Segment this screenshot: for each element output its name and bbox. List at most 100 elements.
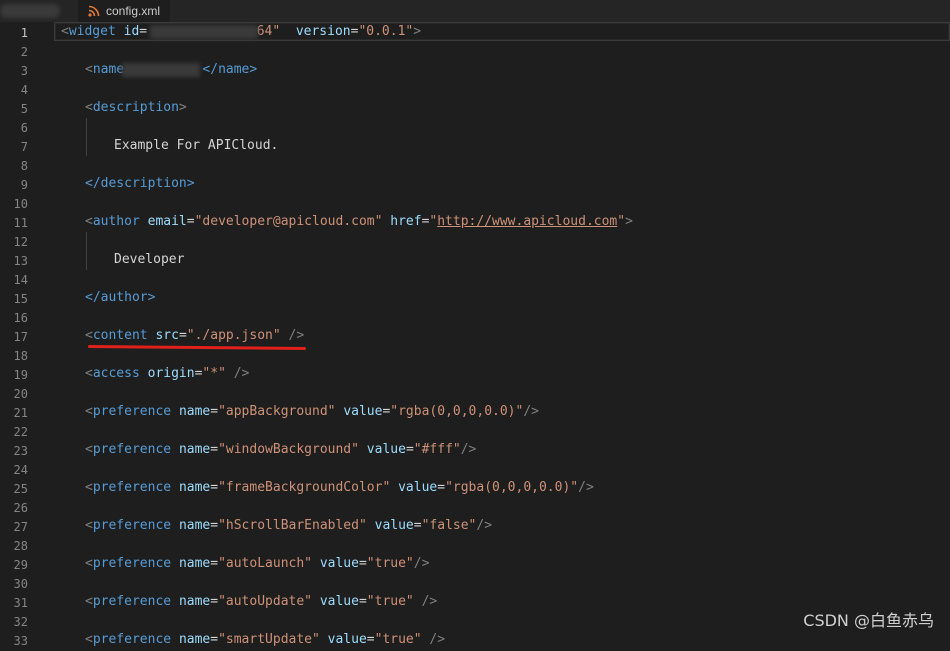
- code-line-11[interactable]: <author email="developer@apicloud.com" h…: [85, 212, 950, 231]
- attr-name: src: [155, 328, 179, 343]
- punct: <: [85, 404, 93, 419]
- redacted-id: [150, 25, 258, 39]
- punct: =: [210, 594, 219, 609]
- line-number: 13: [13, 254, 28, 268]
- tag-name: preference: [92, 404, 172, 419]
- code-line-13[interactable]: Developer: [114, 250, 950, 269]
- attr-value: "autoUpdate": [218, 594, 312, 609]
- punct: <: [85, 62, 93, 77]
- line-number: 27: [13, 520, 28, 534]
- attr-value: "true": [374, 632, 422, 647]
- attr-name: value: [398, 480, 438, 495]
- attr-name: value: [319, 556, 359, 571]
- punct: =: [210, 632, 219, 647]
- code-line-3[interactable]: <name </name>: [85, 60, 950, 79]
- attr-value: "autoLaunch": [218, 556, 312, 571]
- line-number: 11: [13, 216, 28, 230]
- attr-name: href: [390, 214, 422, 229]
- line-number: 17: [13, 330, 28, 344]
- attr-value: "hScrollBarEnabled": [218, 518, 367, 533]
- punct: />: [421, 594, 438, 609]
- line-number: 30: [13, 577, 28, 591]
- tag-name: access: [92, 366, 140, 381]
- punct: />: [523, 404, 539, 419]
- line-number: 26: [13, 501, 28, 515]
- indent-guide: [86, 232, 87, 270]
- punct: =: [358, 556, 367, 571]
- line-number: 8: [20, 159, 28, 173]
- line-number: 21: [13, 406, 28, 420]
- punct: <: [85, 632, 93, 647]
- punct: =: [186, 214, 195, 229]
- code-line-9[interactable]: </description>: [85, 174, 950, 193]
- text-content: Example For APICloud.: [114, 138, 279, 153]
- line-number: 22: [13, 425, 28, 439]
- tag-name: preference: [92, 480, 172, 495]
- punct: =: [366, 632, 375, 647]
- code-line-5[interactable]: <description>: [85, 98, 950, 117]
- attr-name: value: [343, 404, 383, 419]
- punct: />: [460, 442, 477, 457]
- tag-name: preference: [92, 442, 172, 457]
- code-line-15[interactable]: </author>: [85, 288, 950, 307]
- attr-name: name: [178, 480, 211, 495]
- punct: <: [85, 366, 93, 381]
- punct: =: [210, 442, 219, 457]
- line-number-gutter: 1 2 3 4 5 6 7 8 9 10 11 12 13 14 15 16 1…: [0, 22, 54, 648]
- code-line-27[interactable]: <preference name="hScrollBarEnabled" val…: [85, 516, 950, 535]
- punct: />: [288, 328, 305, 343]
- line-number: 16: [13, 311, 28, 325]
- attr-name: email: [147, 214, 187, 229]
- tag-name: description: [92, 100, 179, 115]
- punct: =: [405, 442, 414, 457]
- attr-value: "appBackground": [218, 404, 336, 419]
- punct: >: [413, 24, 422, 39]
- attr-value: "smartUpdate": [218, 632, 320, 647]
- tag-name: preference: [92, 556, 172, 571]
- attr-value: "rgba(0,0,0,0.0)": [445, 480, 579, 495]
- punct: >: [178, 100, 187, 115]
- attr-value: "windowBackground": [218, 442, 359, 457]
- punct: <: [85, 480, 93, 495]
- line-number: 14: [13, 273, 28, 287]
- tab-config-xml[interactable]: config.xml: [78, 0, 171, 22]
- punct: <: [85, 328, 93, 343]
- text-content: Developer: [114, 252, 185, 267]
- attr-name: value: [327, 632, 367, 647]
- attr-value: "0.0.1": [358, 24, 414, 39]
- punct: =: [178, 328, 187, 343]
- code-line-23[interactable]: <preference name="windowBackground" valu…: [85, 440, 950, 459]
- punct: =: [210, 480, 219, 495]
- tag-name: author: [92, 214, 140, 229]
- line-number: 28: [13, 539, 28, 553]
- code-line-29[interactable]: <preference name="autoLaunch" value="tru…: [85, 554, 950, 573]
- quote: ": [617, 214, 626, 229]
- line-number: 10: [13, 197, 28, 211]
- line-number: 3: [20, 64, 28, 78]
- code-line-25[interactable]: <preference name="frameBackgroundColor" …: [85, 478, 950, 497]
- punct: =: [210, 404, 219, 419]
- tag-name: preference: [92, 518, 172, 533]
- attr-value: "true": [366, 556, 414, 571]
- code-line-33[interactable]: <preference name="smartUpdate" value="tr…: [85, 630, 950, 649]
- attr-value: 64": [256, 24, 281, 39]
- punct: />: [476, 518, 493, 533]
- line-number: 20: [13, 387, 28, 401]
- line-number: 18: [13, 349, 28, 363]
- punct: <: [61, 24, 69, 39]
- code-line-7[interactable]: Example For APICloud.: [114, 136, 950, 155]
- url-link[interactable]: http://www.apicloud.com: [437, 214, 617, 229]
- tab-label: config.xml: [106, 4, 161, 18]
- attr-name: id: [123, 24, 140, 39]
- punct: />: [413, 556, 430, 571]
- code-line-19[interactable]: <access origin="*" />: [85, 364, 950, 383]
- redacted-tab[interactable]: [0, 4, 60, 18]
- punct: =: [358, 594, 367, 609]
- attr-name: version: [295, 24, 351, 39]
- punct: <: [85, 100, 93, 115]
- attr-name: name: [178, 518, 211, 533]
- code-line-21[interactable]: <preference name="appBackground" value="…: [85, 402, 950, 421]
- line-number: 29: [13, 558, 28, 572]
- code-line-17[interactable]: <content src="./app.json" />: [85, 326, 950, 345]
- attr-value: "true": [366, 594, 414, 609]
